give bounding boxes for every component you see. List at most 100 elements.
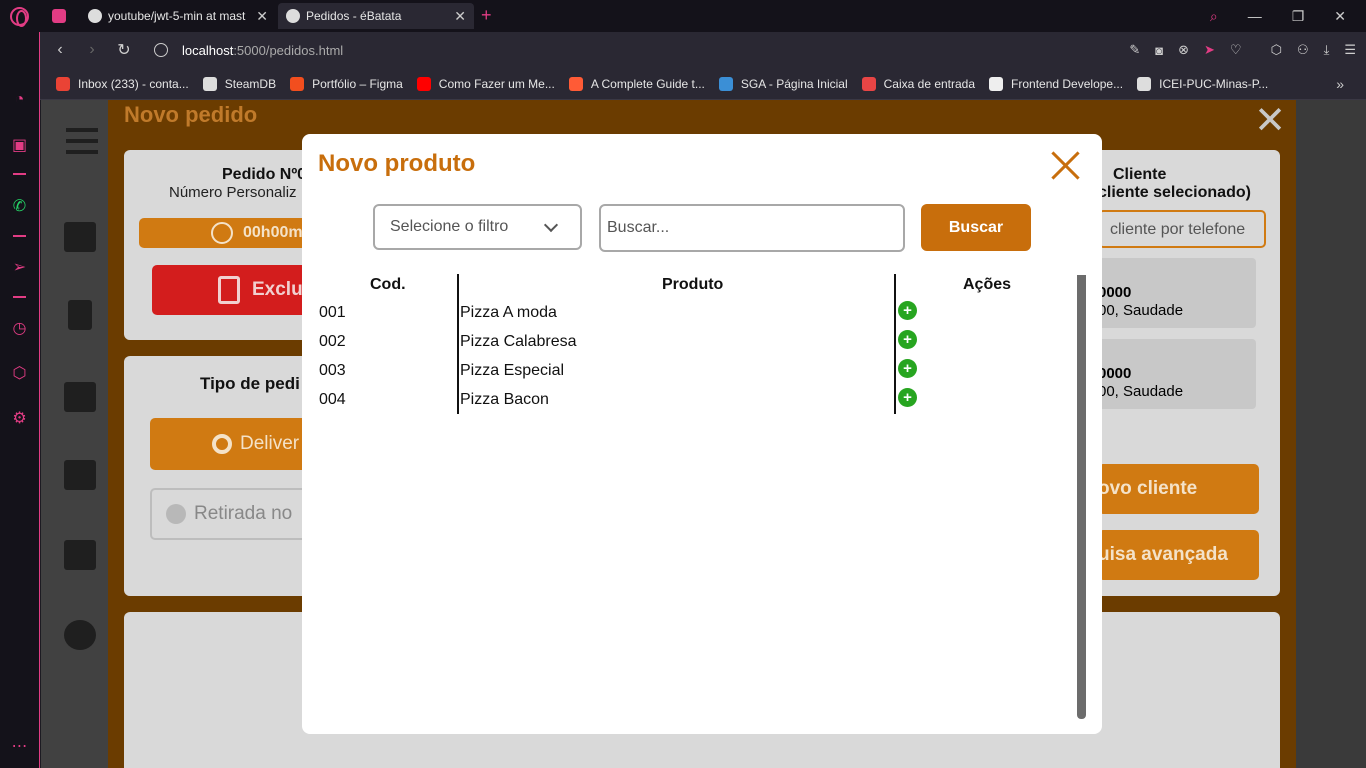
cliente-result-card[interactable]: 0000 00, Saudade	[1098, 339, 1256, 409]
close-tab-icon[interactable]: ✕	[454, 8, 466, 25]
search-button[interactable]: Buscar	[921, 204, 1031, 251]
bookmark-label: Frontend Develope...	[1011, 76, 1124, 91]
add-product-icon[interactable]: +	[898, 359, 917, 378]
download-icon[interactable]: ⤓	[1324, 42, 1330, 58]
speed-dial-icon[interactable]: ◔	[10, 90, 29, 109]
sidebar-separator	[13, 235, 26, 237]
tab-pedidos[interactable]: Pedidos - éBatata ✕	[278, 3, 474, 29]
tab-gamepad[interactable]	[44, 3, 78, 29]
history-icon[interactable]: ◷	[10, 318, 29, 337]
bookmark-item[interactable]: A Complete Guide t...	[568, 76, 705, 91]
forward-icon[interactable]: ›	[76, 41, 108, 59]
chart-icon[interactable]	[64, 540, 96, 570]
bookmark-favicon-icon	[1137, 76, 1152, 91]
pedido-title: Novo pedido	[124, 102, 258, 127]
restore-icon[interactable]: ❐	[1292, 8, 1305, 25]
bookmark-label: Inbox (233) - conta...	[78, 76, 189, 91]
bookmark-item[interactable]: Frontend Develope...	[989, 76, 1124, 91]
bookmark-label: ICEI-PUC-Minas-P...	[1159, 76, 1269, 91]
close-tab-icon[interactable]: ✕	[256, 8, 268, 25]
add-product-icon[interactable]: +	[898, 330, 917, 349]
block-icon[interactable]: ⊗	[1178, 42, 1189, 58]
sidebar-separator	[13, 173, 26, 175]
filter-select-label: Selecione o filtro	[390, 218, 509, 235]
opera-logo-icon[interactable]	[10, 7, 29, 27]
bookmark-item[interactable]: Inbox (233) - conta...	[56, 76, 189, 91]
camera-icon[interactable]: ◙	[1155, 43, 1163, 58]
search-tabs-icon[interactable]: ⌕	[1210, 8, 1218, 25]
send-icon[interactable]: ➤	[1204, 42, 1215, 58]
cliente-subtitle: cliente selecionado)	[1098, 184, 1251, 201]
address-bar: ‹ › ↻ localhost:5000/pedidos.html ✎ ◙ ⊗ …	[40, 32, 1366, 68]
address-bar-actions: ✎ ◙ ⊗ ➤ ♡ ⬡ ⚇ ⤓ ☰	[1129, 32, 1356, 68]
new-tab-button[interactable]: +	[481, 5, 492, 26]
chevron-down-icon	[543, 217, 559, 233]
cliente-address: 00, Saudade	[1098, 302, 1184, 319]
table-row: 004 Pizza Bacon +	[318, 388, 1078, 419]
sidebar-separator	[13, 296, 26, 298]
column-header-produto: Produto	[662, 276, 724, 293]
profile-icon[interactable]: ⚇	[1297, 42, 1309, 58]
filter-select[interactable]: Selecione o filtro	[373, 204, 582, 250]
bookmark-item[interactable]: ICEI-PUC-Minas-P...	[1137, 76, 1269, 91]
close-window-icon[interactable]: ✕	[1334, 8, 1346, 25]
close-icon[interactable]	[1050, 150, 1080, 180]
back-icon[interactable]: ‹	[44, 41, 76, 59]
table-row: 003 Pizza Especial +	[318, 359, 1078, 390]
cart-icon[interactable]	[64, 460, 96, 490]
add-product-icon[interactable]: +	[898, 301, 917, 320]
bookmark-item[interactable]: Como Fazer um Me...	[416, 76, 555, 91]
bookmarks-bar: Inbox (233) - conta... SteamDB Portfólio –…	[40, 68, 1366, 100]
modal-title: Novo produto	[318, 150, 476, 177]
tab-github[interactable]: youtube/jwt-5-min at mast ✕	[80, 3, 276, 29]
send-icon[interactable]: ➢	[10, 257, 29, 276]
reload-icon[interactable]: ↻	[108, 40, 140, 60]
bookmark-favicon-icon	[861, 76, 876, 91]
settings-icon[interactable]	[64, 620, 96, 650]
bookmark-favicon-icon	[290, 76, 305, 91]
site-info-icon[interactable]	[154, 43, 168, 57]
more-icon[interactable]: ⋯	[10, 736, 29, 755]
cube-icon[interactable]: ⬡	[10, 363, 29, 382]
menu-icon[interactable]: ☰	[1344, 42, 1356, 58]
tab-title: youtube/jwt-5-min at mast	[108, 9, 246, 23]
cube-icon[interactable]: ⬡	[1271, 42, 1282, 58]
excluir-label: Exclu	[252, 279, 303, 300]
table-row: 002 Pizza Calabresa +	[318, 330, 1078, 361]
bookmark-item[interactable]: SteamDB	[202, 76, 277, 91]
bookmark-label: SteamDB	[224, 76, 277, 91]
bookmark-item[interactable]: Portfólio – Figma	[290, 76, 403, 91]
novo-cliente-button[interactable]: ovo cliente	[1098, 464, 1259, 514]
table-row: 001 Pizza A moda +	[318, 301, 1078, 332]
bookmark-item[interactable]: Caixa de entrada	[861, 76, 975, 91]
heart-icon[interactable]: ♡	[1230, 42, 1242, 58]
url-field[interactable]: localhost:5000/pedidos.html	[154, 43, 343, 58]
settings-icon[interactable]: ⚙	[10, 408, 29, 427]
hamburger-menu-icon[interactable]	[66, 128, 98, 154]
more-bookmarks-icon[interactable]: »	[1336, 76, 1344, 92]
produto-cell: Pizza A moda	[460, 304, 557, 321]
search-input[interactable]	[599, 204, 905, 252]
tab-bar: youtube/jwt-5-min at mast ✕ Pedidos - éB…	[0, 0, 1366, 32]
close-icon[interactable]: ✕	[1254, 100, 1286, 143]
shopping-icon[interactable]: ▣	[10, 135, 29, 154]
table-scrollbar[interactable]	[1077, 275, 1086, 719]
cod-cell: 003	[319, 362, 346, 379]
bookmark-favicon-icon	[568, 76, 583, 91]
cliente-title: Cliente	[1113, 166, 1167, 183]
cliente-result-card[interactable]: 0000 00, Saudade	[1098, 258, 1256, 328]
numero-personalizado-label: Número Personaliz	[169, 184, 297, 201]
minimize-icon[interactable]: —	[1248, 8, 1262, 24]
edit-icon[interactable]: ✎	[1129, 42, 1140, 58]
whatsapp-icon[interactable]: ✆	[10, 196, 29, 215]
bookmark-item[interactable]: SGA - Página Inicial	[718, 76, 848, 91]
cliente-phone-search[interactable]: cliente por telefone	[1098, 210, 1266, 248]
bookmark-icon[interactable]	[68, 300, 92, 330]
timer-value: 00h00m	[243, 224, 303, 241]
tab-title: Pedidos - éBatata	[306, 9, 402, 23]
add-product-icon[interactable]: +	[898, 388, 917, 407]
store-icon[interactable]	[64, 382, 96, 412]
pesquisa-avancada-button[interactable]: uisa avançada	[1098, 530, 1259, 580]
url-path: :5000/pedidos.html	[233, 42, 344, 58]
cash-register-icon[interactable]	[64, 222, 96, 252]
